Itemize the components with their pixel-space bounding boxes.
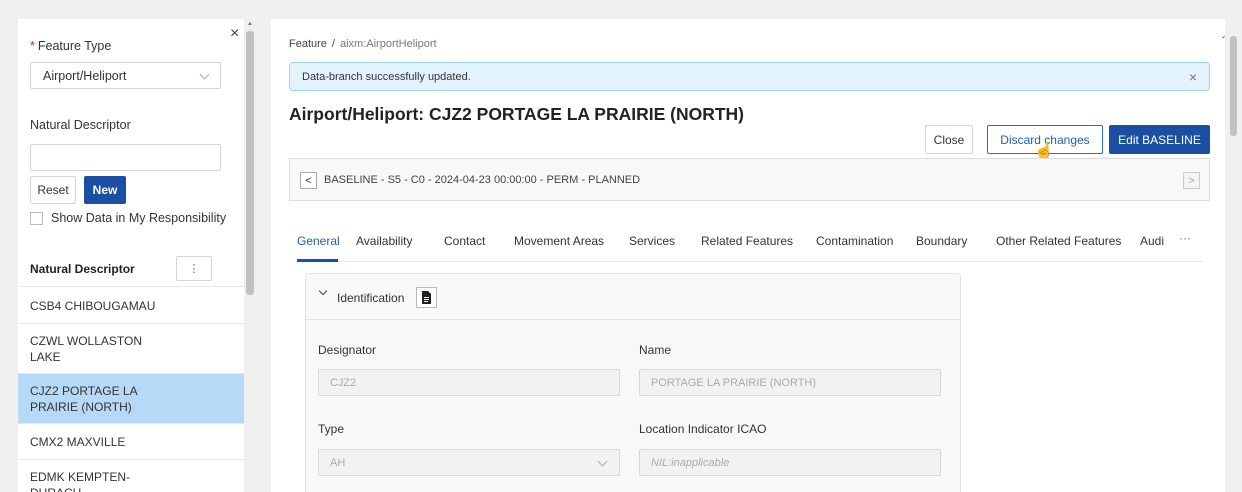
- tab-related-features[interactable]: Related Features: [701, 234, 793, 248]
- feature-type-select[interactable]: Airport/Heliport: [30, 62, 221, 89]
- list-item[interactable]: EDMK KEMPTEN-DURACH: [18, 460, 256, 492]
- icao-field[interactable]: NIL:inapplicable: [639, 449, 941, 476]
- icao-value: NIL:inapplicable: [651, 457, 730, 469]
- name-value: PORTAGE LA PRAIRIE (NORTH): [651, 377, 817, 389]
- page-title: Airport/Heliport: CJZ2 PORTAGE LA PRAIRI…: [289, 104, 744, 124]
- identification-section: Identification Designator CJZ2 Name PORT…: [305, 273, 961, 492]
- list-header: Natural Descriptor ⋮: [18, 251, 256, 287]
- type-label: Type: [318, 422, 345, 436]
- close-icon[interactable]: ×: [230, 25, 239, 43]
- section-header[interactable]: Identification: [306, 274, 960, 320]
- alert-message: Data-branch successfully updated.: [302, 71, 471, 83]
- name-field[interactable]: PORTAGE LA PRAIRIE (NORTH): [639, 369, 941, 396]
- close-button[interactable]: Close: [925, 125, 973, 154]
- breadcrumb-current: aixm:AirportHeliport: [339, 38, 437, 50]
- natural-descriptor-label: Natural Descriptor: [30, 118, 131, 132]
- tab-general[interactable]: General: [297, 234, 340, 248]
- chevron-left-icon[interactable]: <: [300, 172, 317, 189]
- list-item-selected[interactable]: CJZ2 PORTAGE LA PRAIRIE (NORTH): [18, 374, 256, 424]
- edit-baseline-button[interactable]: Edit BASELINE: [1109, 125, 1210, 154]
- list-item[interactable]: CSB4 CHIBOUGAMAU: [18, 288, 256, 324]
- feature-detail-panel: Feature / aixm:AirportHeliport Data-branch…: [271, 19, 1225, 492]
- designator-field[interactable]: CJZ2: [318, 369, 620, 396]
- active-tab-indicator: [297, 259, 338, 262]
- designator-value: CJZ2: [330, 377, 357, 389]
- section-title: Identification: [337, 291, 405, 305]
- reset-button[interactable]: Reset: [30, 176, 76, 204]
- breadcrumb-root[interactable]: Feature: [289, 38, 327, 50]
- tab-other-related-features[interactable]: Other Related Features: [996, 234, 1121, 248]
- tab-services[interactable]: Services: [629, 234, 675, 248]
- new-button[interactable]: New: [84, 176, 126, 204]
- version-text: BASELINE - S5 - C0 - 2024-04-23 00:00:00…: [324, 174, 641, 186]
- feature-type-value: Airport/Heliport: [43, 69, 127, 83]
- main-scrollbar[interactable]: [1225, 19, 1242, 492]
- feature-filter-panel: × * Feature Type Airport/Heliport Natural…: [18, 19, 256, 492]
- caret-down-icon[interactable]: [318, 286, 328, 296]
- version-bar: < BASELINE - S5 - C0 - 2024-04-23 00:00:…: [289, 158, 1210, 201]
- sidebar-scrollbar-thumb[interactable]: [246, 31, 254, 295]
- list-item[interactable]: CZWL WOLLASTON LAKE: [18, 324, 256, 374]
- sidebar-scrollbar[interactable]: ▲: [244, 19, 256, 492]
- required-mark: *: [30, 39, 35, 53]
- icao-label: Location Indicator ICAO: [639, 422, 767, 436]
- chevron-down-icon: [597, 456, 608, 467]
- chevron-down-icon: [199, 69, 210, 80]
- scroll-up-icon[interactable]: ▲: [247, 21, 253, 27]
- show-data-checkbox[interactable]: [30, 212, 43, 225]
- type-select[interactable]: AH: [318, 449, 620, 476]
- feature-type-label: * Feature Type: [30, 39, 112, 53]
- type-value: AH: [330, 457, 346, 469]
- tab-audit[interactable]: Audi: [1140, 234, 1164, 248]
- list-item[interactable]: CMX2 MAXVILLE: [18, 424, 256, 460]
- tab-contact[interactable]: Contact: [444, 234, 485, 248]
- tab-contamination[interactable]: Contamination: [816, 234, 893, 248]
- name-label: Name: [639, 343, 672, 357]
- breadcrumb: Feature / aixm:AirportHeliport: [289, 38, 437, 50]
- chevron-right-icon[interactable]: >: [1183, 172, 1200, 189]
- close-icon[interactable]: ×: [1189, 69, 1197, 85]
- kebab-menu-icon[interactable]: ⋮: [176, 256, 212, 281]
- document-icon[interactable]: [416, 287, 437, 308]
- tabs-more-icon[interactable]: ···: [1179, 231, 1191, 245]
- tab-availability[interactable]: Availability: [356, 234, 412, 248]
- list-header-title: Natural Descriptor: [30, 262, 135, 276]
- tab-bar: General Availability Contact Movement Ar…: [297, 232, 1203, 262]
- show-data-label: Show Data in My Responsibility: [51, 211, 227, 225]
- designator-label: Designator: [318, 343, 377, 357]
- natural-descriptor-input[interactable]: [30, 144, 221, 171]
- tab-boundary[interactable]: Boundary: [916, 234, 967, 248]
- tab-movement-areas[interactable]: Movement Areas: [514, 234, 604, 248]
- success-alert: Data-branch successfully updated. ×: [289, 62, 1210, 91]
- main-scrollbar-thumb[interactable]: [1230, 36, 1237, 136]
